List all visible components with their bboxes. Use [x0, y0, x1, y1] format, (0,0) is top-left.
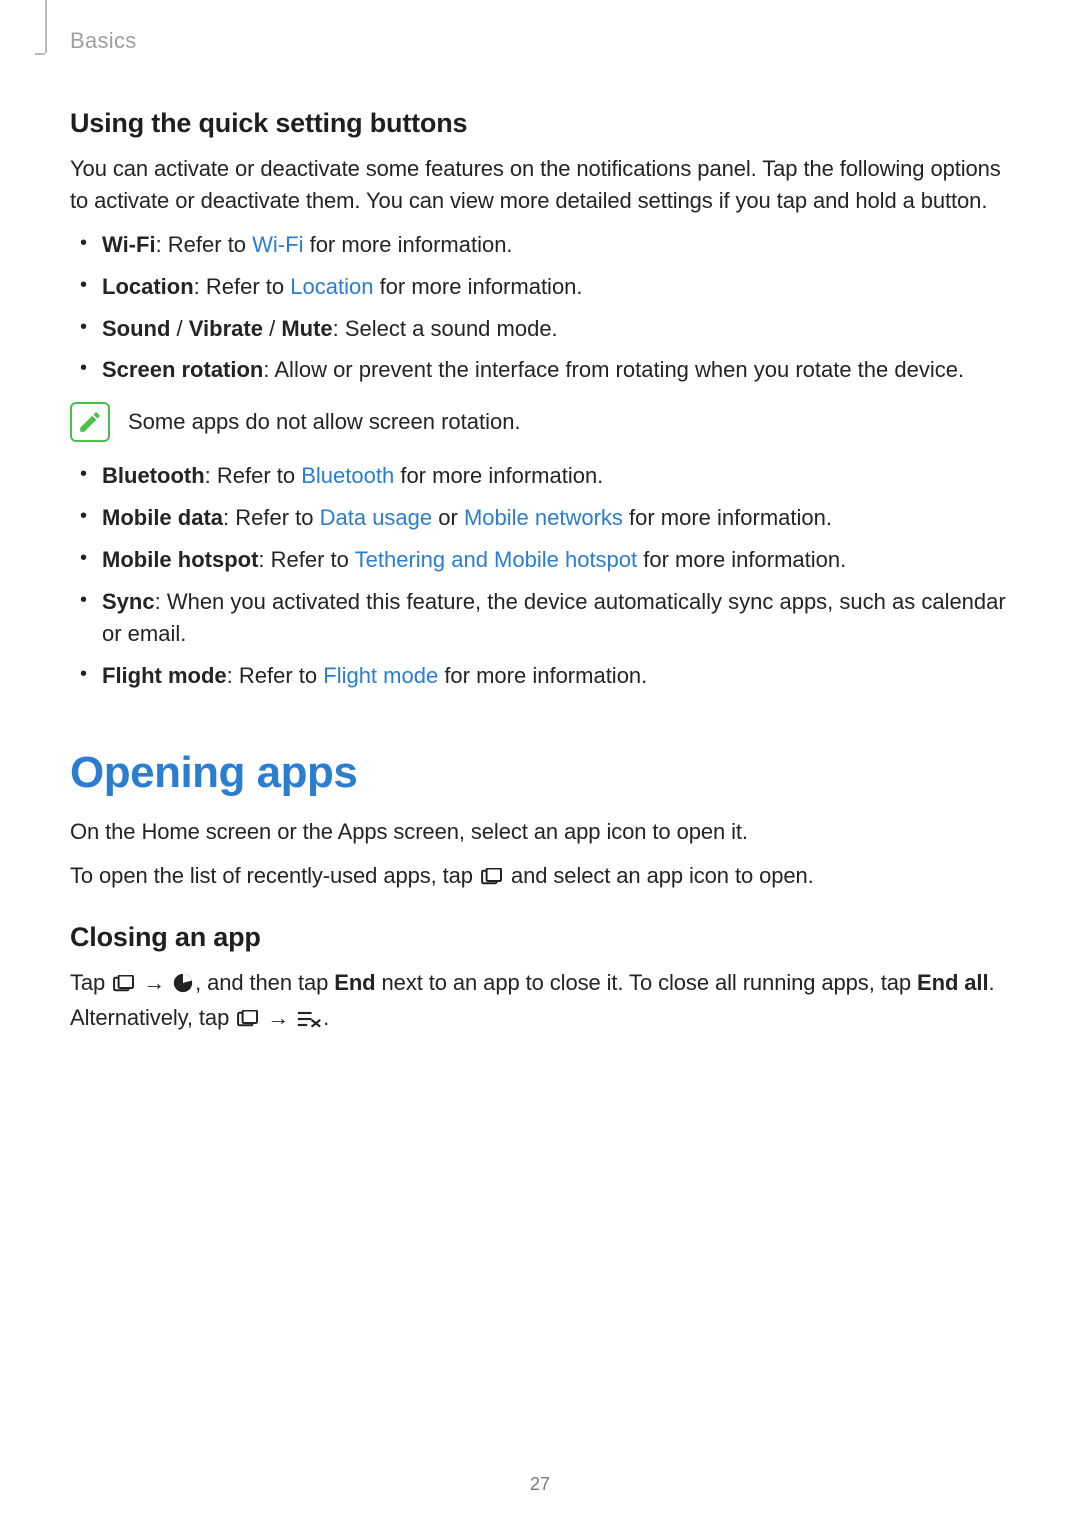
bullet-mobiledata: Mobile data: Refer to Data usage or Mobi… — [102, 502, 1010, 534]
bullet-bluetooth: Bluetooth: Refer to Bluetooth for more i… — [102, 460, 1010, 492]
pencil-icon — [77, 409, 103, 435]
page-number: 27 — [0, 1474, 1080, 1495]
link-bluetooth[interactable]: Bluetooth — [301, 463, 394, 488]
end-all-label: End all — [917, 970, 988, 995]
bullet-bluetooth-post: for more information. — [394, 463, 603, 488]
closing-mid1: , and then tap — [195, 970, 334, 995]
bullet-flight: Flight mode: Refer to Flight mode for mo… — [102, 660, 1010, 692]
bullet-rotation: Screen rotation: Allow or prevent the in… — [102, 354, 1010, 386]
opening-apps-p1: On the Home screen or the Apps screen, s… — [70, 816, 1010, 848]
pie-close-icon — [173, 970, 193, 1002]
link-flight-mode[interactable]: Flight mode — [323, 663, 438, 688]
bullet-rotation-post: : Allow or prevent the interface from ro… — [263, 357, 964, 382]
opening-apps-p2: To open the list of recently-used apps, … — [70, 860, 1010, 895]
bullet-rotation-label: Screen rotation — [102, 357, 263, 382]
link-location[interactable]: Location — [290, 274, 373, 299]
bullet-location-label: Location — [102, 274, 194, 299]
end-label: End — [334, 970, 375, 995]
heading-closing-app: Closing an app — [70, 922, 1010, 953]
bullet-hotspot-label: Mobile hotspot — [102, 547, 258, 572]
link-wifi[interactable]: Wi-Fi — [252, 232, 303, 257]
bullet-bluetooth-pre: : Refer to — [205, 463, 302, 488]
link-tethering[interactable]: Tethering and Mobile hotspot — [355, 547, 638, 572]
bullet-wifi-post: for more information. — [303, 232, 512, 257]
bullet-hotspot-post: for more information. — [637, 547, 846, 572]
recent-apps-icon — [481, 863, 503, 895]
bullet-sound-post: : Select a sound mode. — [333, 316, 558, 341]
page: Basics Using the quick setting buttons Y… — [0, 0, 1080, 1527]
bullet-mobiledata-mid: or — [432, 505, 464, 530]
arrow-icon: → — [267, 1002, 289, 1034]
bullet-bluetooth-label: Bluetooth — [102, 463, 205, 488]
bullet-mobiledata-label: Mobile data — [102, 505, 223, 530]
bullet-list-a: Wi-Fi: Refer to Wi-Fi for more informati… — [70, 229, 1010, 387]
bullet-wifi-label: Wi-Fi — [102, 232, 156, 257]
bullet-flight-label: Flight mode — [102, 663, 227, 688]
bullet-hotspot: Mobile hotspot: Refer to Tethering and M… — [102, 544, 1010, 576]
close-all-list-icon — [297, 1005, 321, 1037]
bullet-sync: Sync: When you activated this feature, t… — [102, 586, 1010, 650]
bullet-sync-label: Sync — [102, 589, 155, 614]
recent-apps-icon — [113, 970, 135, 1002]
heading-opening-apps: Opening apps — [70, 748, 1010, 798]
closing-mid2: next to an app to close it. To close all… — [376, 970, 918, 995]
note-icon — [70, 402, 110, 442]
sep2: / — [263, 316, 281, 341]
link-data-usage[interactable]: Data usage — [320, 505, 433, 530]
recent-apps-icon — [237, 1005, 259, 1037]
arrow-icon: → — [143, 967, 165, 999]
sep1: / — [170, 316, 188, 341]
header: Basics — [70, 28, 1010, 58]
bullet-location: Location: Refer to Location for more inf… — [102, 271, 1010, 303]
closing-period: . — [323, 1005, 329, 1030]
link-mobile-networks[interactable]: Mobile networks — [464, 505, 623, 530]
chapter-label: Basics — [70, 28, 1010, 54]
bullet-wifi-pre: : Refer to — [156, 232, 253, 257]
header-rule-vertical — [45, 0, 47, 53]
bullet-sound: Sound / Vibrate / Mute: Select a sound m… — [102, 313, 1010, 345]
note-box: Some apps do not allow screen rotation. — [70, 402, 1010, 442]
bullet-location-post: for more information. — [373, 274, 582, 299]
closing-tap: Tap — [70, 970, 111, 995]
note-text: Some apps do not allow screen rotation. — [128, 409, 521, 435]
bullet-mobiledata-post: for more information. — [623, 505, 832, 530]
bullet-location-pre: : Refer to — [194, 274, 291, 299]
bullet-sync-post: : When you activated this feature, the d… — [102, 589, 1006, 646]
header-rule-horizontal — [35, 53, 45, 55]
closing-app-paragraph: Tap → , and then tap End next to an app t… — [70, 967, 1010, 1037]
bullet-sound-label: Sound — [102, 316, 170, 341]
bullet-list-b: Bluetooth: Refer to Bluetooth for more i… — [70, 460, 1010, 691]
bullet-mute-label: Mute — [281, 316, 332, 341]
p2-pre: To open the list of recently-used apps, … — [70, 863, 479, 888]
bullet-flight-post: for more information. — [438, 663, 647, 688]
bullet-vibrate-label: Vibrate — [189, 316, 263, 341]
bullet-wifi: Wi-Fi: Refer to Wi-Fi for more informati… — [102, 229, 1010, 261]
bullet-hotspot-pre: : Refer to — [258, 547, 354, 572]
bullet-mobiledata-pre: : Refer to — [223, 505, 320, 530]
p2-post: and select an app icon to open. — [505, 863, 814, 888]
intro-paragraph: You can activate or deactivate some feat… — [70, 153, 1010, 217]
bullet-flight-pre: : Refer to — [227, 663, 324, 688]
heading-quick-settings: Using the quick setting buttons — [70, 108, 1010, 139]
